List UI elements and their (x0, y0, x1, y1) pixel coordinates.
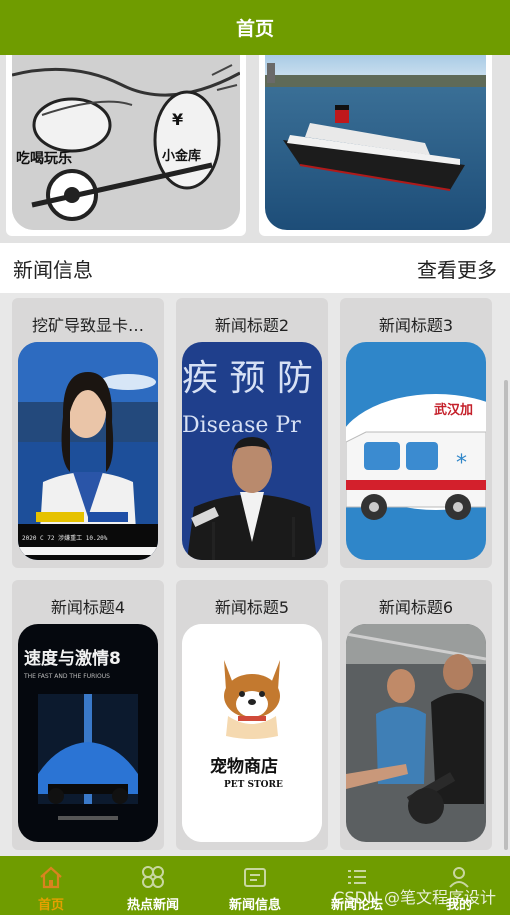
news-card[interactable]: 新闻标题3 武汉加 * (340, 298, 492, 568)
news-card-title: 挖矿导致显卡… (31, 316, 144, 335)
news-card-title: 新闻标题2 (214, 316, 290, 335)
banner-cruise-image (265, 55, 486, 230)
news-grid: 挖矿导致显卡… 2020 C 72 涉嫌重工 10.20% 新闻标题2 疾 预 … (0, 293, 510, 856)
news-card[interactable]: 新闻标题2 疾 预 防 Disease Pr (176, 298, 328, 568)
banner-carousel[interactable]: 吃喝玩乐 ¥ 小金库 (0, 55, 510, 243)
press-conference-image: 疾 预 防 Disease Pr (182, 342, 322, 560)
news-card-title: 新闻标题6 (378, 598, 454, 617)
tab-label: 首页 (37, 898, 64, 913)
top-app-bar: 首页 (0, 0, 510, 55)
news-info-icon (244, 868, 266, 887)
ambulance-tag: 武汉加 (434, 402, 473, 418)
store-name: 宠物商店 (210, 756, 278, 777)
tab-label: 新闻信息 (228, 898, 281, 913)
poster-subtitle: THE FAST AND THE FURIOUS (23, 673, 110, 680)
coin-label: 小金库 (162, 148, 201, 164)
csdn-watermark: CSDN @笔文程序设计 (333, 888, 496, 907)
hot-news-icon (142, 866, 164, 888)
movie-poster-image: 速度与激情8 THE FAST AND THE FURIOUS (18, 624, 158, 842)
tab-home[interactable]: 首页 (0, 856, 102, 915)
gym-image (346, 624, 486, 842)
banner-cartoon-image: 吃喝玩乐 ¥ 小金库 (12, 55, 240, 230)
news-section-header: 新闻信息 查看更多 (0, 243, 510, 293)
poster-title: 速度与激情8 (24, 648, 121, 669)
svg-text:*: * (456, 451, 467, 476)
home-icon (40, 866, 62, 889)
coin-symbol: ¥ (172, 110, 183, 129)
news-card[interactable]: 新闻标题6 (340, 580, 492, 850)
tab-hot-news[interactable]: 热点新闻 (102, 856, 204, 915)
tab-news-info[interactable]: 新闻信息 (204, 856, 306, 915)
news-anchor-image: 2020 C 72 涉嫌重工 10.20% (18, 342, 158, 560)
banner-slide-1[interactable]: 吃喝玩乐 ¥ 小金库 (6, 55, 246, 236)
news-card[interactable]: 新闻标题4 速度与激情8 THE FAST AND THE FURIOUS (12, 580, 164, 850)
news-card[interactable]: 新闻标题5 宠物商店 PET STORE (176, 580, 328, 850)
page-title: 首页 (235, 18, 274, 40)
section-title: 新闻信息 (13, 257, 93, 282)
news-card-title: 新闻标题4 (50, 598, 126, 617)
news-card[interactable]: 挖矿导致显卡… 2020 C 72 涉嫌重工 10.20% (12, 298, 164, 568)
backdrop-text: 疾 预 防 (182, 358, 313, 399)
see-more-link[interactable]: 查看更多 (417, 254, 497, 283)
tab-label: 热点新闻 (126, 898, 179, 913)
banner-slide-2[interactable] (259, 55, 492, 236)
news-card-title: 新闻标题3 (378, 316, 454, 335)
ticker-text: 2020 C 72 涉嫌重工 10.20% (22, 534, 108, 542)
banner-caption: 吃喝玩乐 (16, 150, 72, 167)
pet-store-logo-image: 宠物商店 PET STORE (182, 624, 322, 842)
scrollbar[interactable] (504, 380, 508, 850)
store-english: PET STORE (224, 780, 283, 790)
news-card-title: 新闻标题5 (214, 598, 290, 617)
ambulance-image: 武汉加 * (346, 342, 486, 560)
backdrop-english: Disease Pr (182, 413, 301, 438)
